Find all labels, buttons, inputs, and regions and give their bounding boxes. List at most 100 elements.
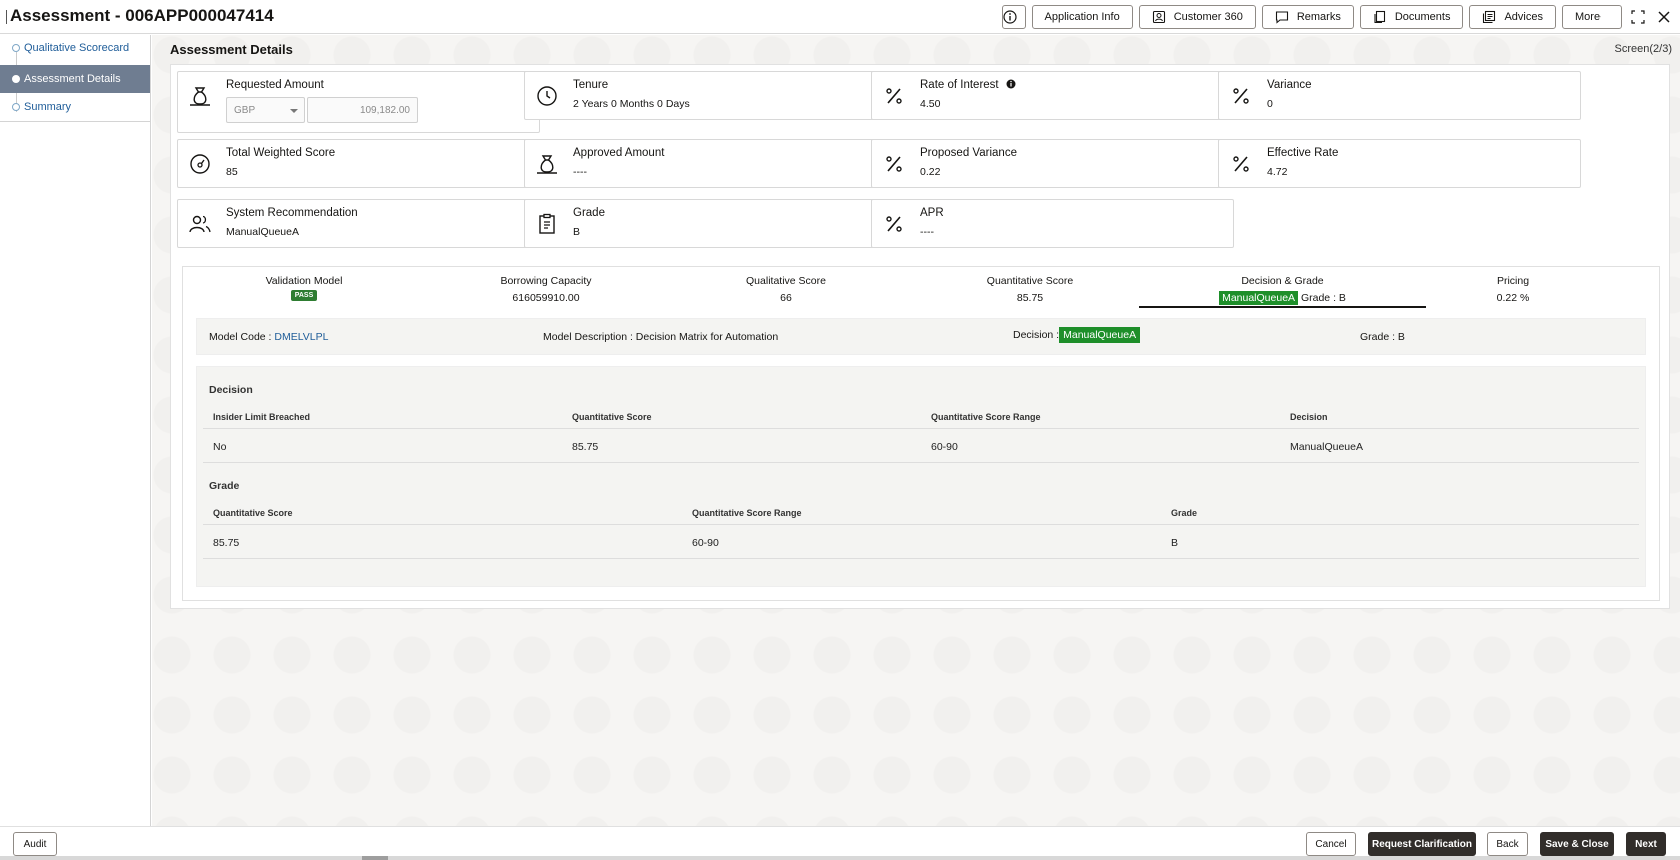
table-row: 85.75 60-90 B bbox=[203, 525, 1639, 559]
application-info-label: Application Info bbox=[1044, 11, 1120, 23]
card-label: Total Weighted Score bbox=[226, 147, 336, 159]
tab-borrowing-capacity[interactable]: Borrowing Capacity 616059910.00 bbox=[436, 275, 656, 304]
close-button[interactable] bbox=[1654, 5, 1674, 29]
card-label: Effective Rate bbox=[1267, 147, 1339, 159]
requested-amount-input[interactable]: 109,182.00 bbox=[307, 97, 418, 123]
card-label: Approved Amount bbox=[573, 147, 665, 159]
card-label: APR bbox=[920, 207, 944, 219]
card-label: System Recommendation bbox=[226, 207, 358, 219]
tab-qualitative-score[interactable]: Qualitative Score 66 bbox=[676, 275, 896, 304]
grade-card: Grade B bbox=[524, 199, 887, 248]
model-code-link[interactable]: DMELVLPL bbox=[274, 331, 328, 343]
next-button[interactable]: Next bbox=[1626, 832, 1666, 856]
money-bag-icon bbox=[537, 155, 557, 174]
title-bar: Assessment - 006APP000047414 Application… bbox=[0, 0, 1680, 34]
tab-decision-grade[interactable]: Decision & Grade ManualQueueA Grade : B bbox=[1149, 275, 1416, 305]
tab-value: 85.75 bbox=[1016, 292, 1044, 304]
sidebar-item-assessment-details[interactable]: Assessment Details bbox=[0, 65, 150, 93]
grade-section-title: Grade bbox=[209, 480, 240, 492]
more-label: More bbox=[1575, 11, 1601, 23]
audit-button[interactable]: Audit bbox=[13, 832, 57, 856]
variance-card: Variance 0 bbox=[1218, 71, 1581, 120]
decision-label: Decision : bbox=[1013, 329, 1060, 341]
assessment-panel: Requested Amount GBP 109,182.00 Tenure 2… bbox=[170, 64, 1670, 609]
tab-quantitative-score[interactable]: Quantitative Score 85.75 bbox=[920, 275, 1140, 304]
footer-bar: Audit Cancel Request Clarification Back … bbox=[0, 826, 1680, 860]
tenure-card: Tenure 2 Years 0 Months 0 Days bbox=[524, 71, 887, 120]
step-dot-icon bbox=[12, 75, 20, 83]
approved-amount-card: Approved Amount ---- bbox=[524, 139, 887, 188]
tab-value: 66 bbox=[780, 292, 792, 304]
card-value: 0.22 bbox=[920, 166, 941, 178]
column-header: Grade bbox=[1171, 508, 1198, 518]
customer-360-button[interactable]: Customer 360 bbox=[1138, 5, 1256, 29]
percent-icon bbox=[1233, 156, 1249, 172]
documents-button[interactable]: Documents bbox=[1359, 5, 1464, 29]
system-recommendation-card: System Recommendation ManualQueueA bbox=[177, 199, 540, 248]
cancel-button[interactable]: Cancel bbox=[1306, 832, 1356, 856]
more-dropdown[interactable]: More bbox=[1562, 5, 1622, 29]
grade-text: Grade : B bbox=[1300, 292, 1346, 304]
tab-label: Pricing bbox=[1496, 275, 1530, 287]
tab-pricing[interactable]: Pricing 0.22 % bbox=[1403, 275, 1623, 304]
card-value: ManualQueueA bbox=[226, 226, 299, 238]
info-icon[interactable] bbox=[1006, 79, 1016, 89]
rate-label: Rate of Interest bbox=[920, 79, 999, 91]
tab-label: Validation Model bbox=[265, 275, 343, 287]
proposed-variance-card: Proposed Variance 0.22 bbox=[871, 139, 1234, 188]
users-icon bbox=[189, 215, 211, 233]
maximize-button[interactable] bbox=[1628, 5, 1648, 29]
currency-select[interactable]: GBP bbox=[226, 97, 305, 123]
table-cell: 85.75 bbox=[213, 537, 240, 549]
save-close-button[interactable]: Save & Close bbox=[1540, 832, 1614, 856]
card-value: 4.72 bbox=[1267, 166, 1288, 178]
percent-icon bbox=[886, 216, 902, 232]
card-value: 85 bbox=[226, 166, 238, 178]
table-row: No 85.75 60-90 ManualQueueA bbox=[203, 429, 1639, 463]
tab-value: 616059910.00 bbox=[512, 292, 580, 304]
sidebar-item-qualitative-scorecard[interactable]: Qualitative Scorecard bbox=[0, 35, 150, 61]
remarks-button[interactable]: Remarks bbox=[1261, 5, 1354, 29]
step-dot-icon bbox=[12, 44, 20, 52]
model-code-label: Model Code : bbox=[209, 331, 272, 343]
step-dot-icon bbox=[12, 103, 20, 111]
model-decision: Decision : ManualQueueA bbox=[1013, 327, 1141, 343]
decision-section-title: Decision bbox=[209, 384, 253, 396]
info-button[interactable] bbox=[1001, 5, 1026, 29]
back-button[interactable]: Back bbox=[1487, 832, 1528, 856]
money-bag-icon bbox=[190, 87, 210, 106]
request-clarification-button[interactable]: Request Clarification bbox=[1368, 832, 1476, 856]
gauge-icon bbox=[190, 154, 210, 174]
documents-icon bbox=[1374, 10, 1385, 24]
card-value: ---- bbox=[573, 166, 587, 178]
model-code: Model Code : DMELVLPL bbox=[209, 331, 328, 343]
tab-value: ManualQueueA Grade : B bbox=[1149, 291, 1416, 305]
decision-table-header: Insider Limit Breached Quantitative Scor… bbox=[203, 403, 1639, 429]
remarks-label: Remarks bbox=[1296, 11, 1341, 23]
score-details-panel: Validation Model PASS Borrowing Capacity… bbox=[182, 266, 1660, 601]
advices-label: Advices bbox=[1504, 11, 1543, 23]
sidebar-item-label: Qualitative Scorecard bbox=[24, 42, 130, 54]
card-label: Variance bbox=[1267, 79, 1312, 91]
customer-card-icon bbox=[1152, 10, 1165, 24]
decision-badge: ManualQueueA bbox=[1219, 291, 1299, 305]
sidebar-item-label: Assessment Details bbox=[24, 73, 121, 85]
tab-validation-model[interactable]: Validation Model PASS bbox=[194, 275, 414, 301]
card-label: Grade bbox=[573, 207, 605, 219]
table-cell: No bbox=[213, 441, 227, 453]
info-icon bbox=[1002, 10, 1017, 24]
card-value: ---- bbox=[920, 226, 934, 238]
header-actions: Application Info Customer 360 Remarks Do… bbox=[1001, 5, 1680, 29]
advices-button[interactable]: Advices bbox=[1469, 5, 1556, 29]
model-info-bar: Model Code : DMELVLPL Model Description … bbox=[196, 318, 1646, 355]
grade-table-header: Quantitative Score Quantitative Score Ra… bbox=[203, 499, 1639, 525]
column-header: Quantitative Score Range bbox=[692, 508, 802, 518]
card-label: Proposed Variance bbox=[920, 147, 1017, 159]
tab-label: Decision & Grade bbox=[1241, 275, 1324, 287]
sidebar-divider bbox=[0, 121, 150, 122]
horizontal-scrollbar[interactable] bbox=[0, 856, 1680, 860]
sidebar-item-summary[interactable]: Summary bbox=[0, 94, 150, 120]
application-info-button[interactable]: Application Info bbox=[1031, 5, 1133, 29]
card-label: Tenure bbox=[573, 79, 609, 91]
table-cell: 85.75 bbox=[572, 441, 599, 453]
